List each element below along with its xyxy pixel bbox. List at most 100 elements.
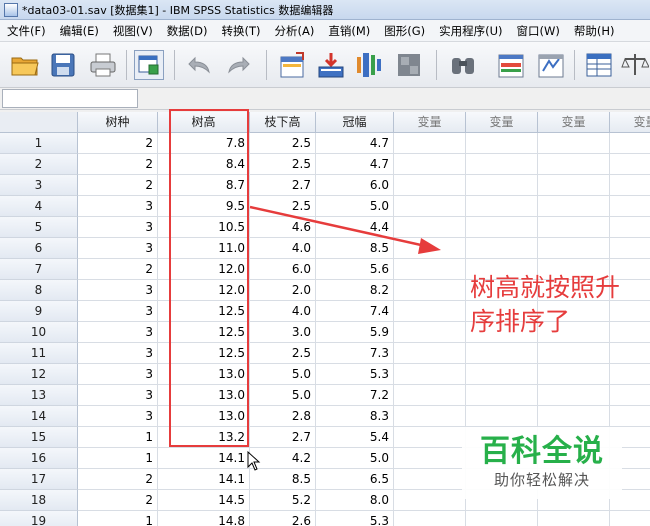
column-header[interactable]: 冠幅 bbox=[316, 112, 394, 133]
goto-case-icon[interactable] bbox=[278, 50, 308, 80]
empty-cell[interactable] bbox=[610, 238, 650, 259]
empty-cell[interactable] bbox=[394, 175, 466, 196]
empty-cell[interactable] bbox=[394, 238, 466, 259]
data-cell[interactable]: 3 bbox=[78, 301, 158, 322]
empty-cell[interactable] bbox=[394, 322, 466, 343]
data-cell[interactable]: 2 bbox=[78, 154, 158, 175]
empty-cell[interactable] bbox=[538, 196, 610, 217]
run-descriptives-icon[interactable] bbox=[394, 50, 424, 80]
row-header[interactable]: 11 bbox=[0, 343, 78, 364]
data-cell[interactable]: 2.7 bbox=[250, 175, 316, 196]
data-cell[interactable]: 8.2 bbox=[316, 280, 394, 301]
empty-cell[interactable] bbox=[610, 406, 650, 427]
column-header[interactable]: 变量 bbox=[610, 112, 650, 133]
data-cell[interactable]: 8.3 bbox=[316, 406, 394, 427]
menu-item-6[interactable]: 直销(M) bbox=[321, 23, 377, 39]
empty-cell[interactable] bbox=[538, 154, 610, 175]
data-cell[interactable]: 2 bbox=[78, 175, 158, 196]
data-cell[interactable]: 6.5 bbox=[316, 469, 394, 490]
empty-cell[interactable] bbox=[466, 175, 538, 196]
empty-cell[interactable] bbox=[610, 511, 650, 526]
empty-cell[interactable] bbox=[538, 385, 610, 406]
data-cell[interactable]: 4.7 bbox=[316, 154, 394, 175]
data-cell[interactable]: 2.6 bbox=[250, 511, 316, 526]
empty-cell[interactable] bbox=[394, 427, 466, 448]
empty-cell[interactable] bbox=[394, 469, 466, 490]
data-cell[interactable]: 3.0 bbox=[250, 322, 316, 343]
empty-cell[interactable] bbox=[466, 406, 538, 427]
empty-cell[interactable] bbox=[394, 154, 466, 175]
data-cell[interactable]: 3 bbox=[78, 217, 158, 238]
empty-cell[interactable] bbox=[394, 448, 466, 469]
empty-cell[interactable] bbox=[610, 385, 650, 406]
data-cell[interactable]: 5.3 bbox=[316, 511, 394, 526]
data-cell[interactable]: 4.7 bbox=[316, 133, 394, 154]
empty-cell[interactable] bbox=[538, 406, 610, 427]
empty-cell[interactable] bbox=[610, 217, 650, 238]
column-header[interactable]: 变量 bbox=[538, 112, 610, 133]
menu-item-2[interactable]: 视图(V) bbox=[106, 23, 160, 39]
data-cell[interactable]: 2.5 bbox=[250, 343, 316, 364]
data-cell[interactable]: 14.1 bbox=[158, 448, 250, 469]
data-cell[interactable]: 3 bbox=[78, 322, 158, 343]
data-cell[interactable]: 4.4 bbox=[316, 217, 394, 238]
data-cell[interactable]: 3 bbox=[78, 238, 158, 259]
weight-cases-icon[interactable] bbox=[620, 50, 650, 80]
data-cell[interactable]: 14.5 bbox=[158, 490, 250, 511]
row-header[interactable]: 3 bbox=[0, 175, 78, 196]
data-cell[interactable]: 3 bbox=[78, 343, 158, 364]
row-header[interactable]: 7 bbox=[0, 259, 78, 280]
data-cell[interactable]: 3 bbox=[78, 364, 158, 385]
menu-item-8[interactable]: 实用程序(U) bbox=[432, 23, 509, 39]
empty-cell[interactable] bbox=[394, 196, 466, 217]
insert-variable-icon[interactable] bbox=[536, 50, 566, 80]
empty-cell[interactable] bbox=[394, 364, 466, 385]
empty-cell[interactable] bbox=[394, 301, 466, 322]
empty-cell[interactable] bbox=[538, 175, 610, 196]
row-header[interactable]: 2 bbox=[0, 154, 78, 175]
insert-cases-icon[interactable] bbox=[496, 50, 526, 80]
data-cell[interactable]: 2 bbox=[78, 259, 158, 280]
redo-icon[interactable] bbox=[224, 50, 254, 80]
data-cell[interactable]: 7.2 bbox=[316, 385, 394, 406]
data-cell[interactable]: 6.0 bbox=[250, 259, 316, 280]
empty-cell[interactable] bbox=[466, 385, 538, 406]
empty-cell[interactable] bbox=[466, 217, 538, 238]
data-cell[interactable]: 2 bbox=[78, 490, 158, 511]
data-cell[interactable]: 3 bbox=[78, 406, 158, 427]
empty-cell[interactable] bbox=[394, 406, 466, 427]
data-cell[interactable]: 2 bbox=[78, 133, 158, 154]
empty-cell[interactable] bbox=[466, 511, 538, 526]
row-header[interactable]: 10 bbox=[0, 322, 78, 343]
data-cell[interactable]: 5.0 bbox=[316, 196, 394, 217]
data-cell[interactable]: 5.4 bbox=[316, 427, 394, 448]
menu-item-4[interactable]: 转换(T) bbox=[215, 23, 268, 39]
empty-cell[interactable] bbox=[538, 133, 610, 154]
row-header[interactable]: 14 bbox=[0, 406, 78, 427]
print-icon[interactable] bbox=[88, 50, 118, 80]
data-cell[interactable]: 3 bbox=[78, 385, 158, 406]
data-cell[interactable]: 2 bbox=[78, 469, 158, 490]
data-cell[interactable]: 5.6 bbox=[316, 259, 394, 280]
empty-cell[interactable] bbox=[538, 511, 610, 526]
row-header[interactable]: 17 bbox=[0, 469, 78, 490]
empty-cell[interactable] bbox=[610, 343, 650, 364]
data-cell[interactable]: 8.5 bbox=[316, 238, 394, 259]
data-cell[interactable]: 7.4 bbox=[316, 301, 394, 322]
data-cell[interactable]: 1 bbox=[78, 448, 158, 469]
empty-cell[interactable] bbox=[394, 385, 466, 406]
empty-cell[interactable] bbox=[394, 490, 466, 511]
data-cell[interactable]: 5.3 bbox=[316, 364, 394, 385]
data-cell[interactable]: 1 bbox=[78, 511, 158, 526]
data-cell[interactable]: 4.0 bbox=[250, 301, 316, 322]
empty-cell[interactable] bbox=[466, 154, 538, 175]
column-header[interactable]: 变量 bbox=[394, 112, 466, 133]
empty-cell[interactable] bbox=[394, 259, 466, 280]
cell-reference-field[interactable] bbox=[2, 89, 138, 108]
empty-cell[interactable] bbox=[394, 280, 466, 301]
row-header[interactable]: 15 bbox=[0, 427, 78, 448]
empty-cell[interactable] bbox=[610, 133, 650, 154]
menu-item-7[interactable]: 图形(G) bbox=[377, 23, 432, 39]
data-cell[interactable]: 4.6 bbox=[250, 217, 316, 238]
empty-cell[interactable] bbox=[610, 154, 650, 175]
